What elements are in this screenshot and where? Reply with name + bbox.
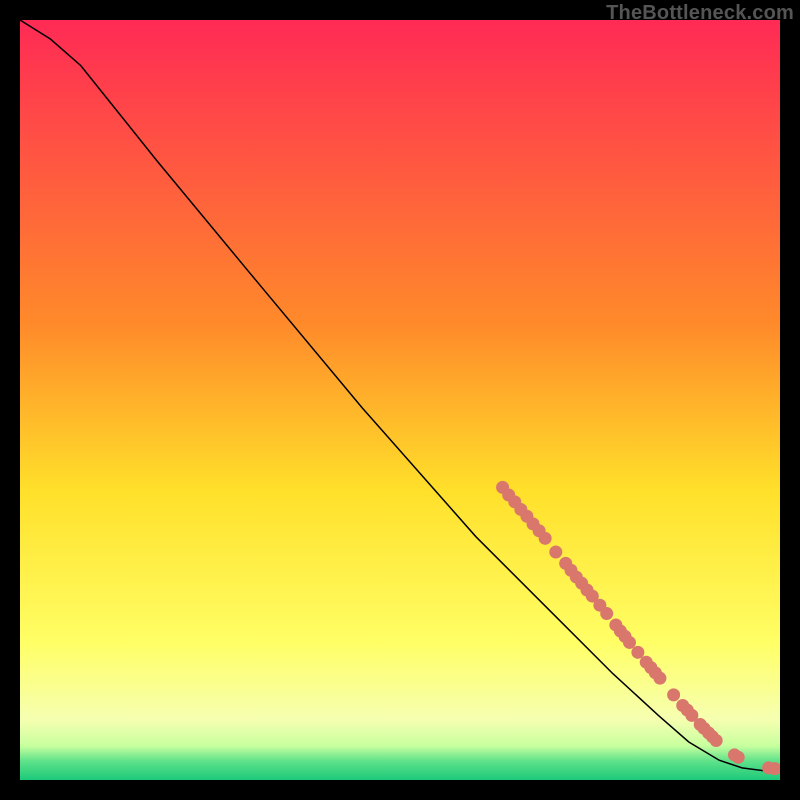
chart-stage: TheBottleneck.com [0, 0, 800, 800]
data-marker [539, 532, 552, 545]
plot-area [20, 20, 780, 780]
data-marker [710, 734, 723, 747]
data-marker [732, 751, 745, 764]
gradient-background [20, 20, 780, 780]
data-marker [667, 688, 680, 701]
data-marker [549, 546, 562, 559]
data-marker [653, 672, 666, 685]
data-marker [600, 607, 613, 620]
watermark-text: TheBottleneck.com [606, 2, 794, 25]
data-marker [631, 646, 644, 659]
chart-svg [20, 20, 780, 780]
data-marker [623, 636, 636, 649]
